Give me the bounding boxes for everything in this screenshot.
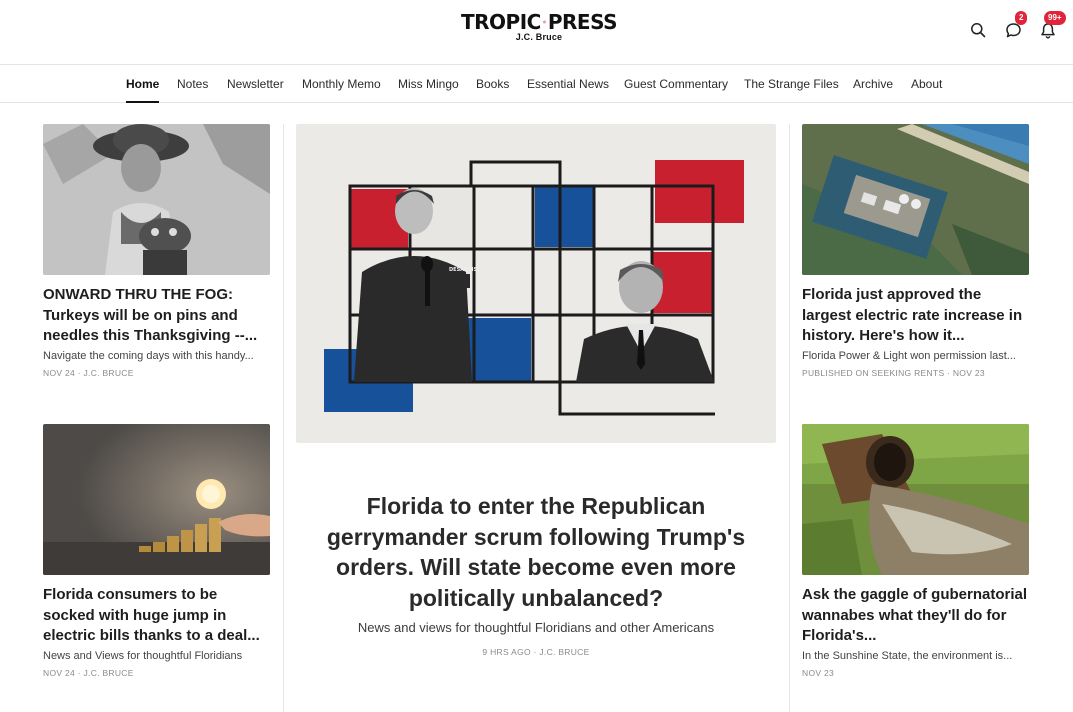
post-thumbnail[interactable] bbox=[802, 124, 1029, 275]
search-icon bbox=[971, 23, 986, 38]
nav-item-notes[interactable]: Notes bbox=[177, 65, 208, 103]
post-card[interactable]: Florida just approved the largest electr… bbox=[802, 124, 1029, 379]
post-meta: NOV 24 · J.C. BRUCE bbox=[43, 668, 134, 678]
nav-item-home[interactable]: Home bbox=[126, 65, 160, 103]
hurricane-logo-icon bbox=[543, 20, 546, 24]
site-header: TROPIC PRESS J.C. Bruce 2 99+ bbox=[0, 0, 1073, 65]
feature-image[interactable]: DESANTIS bbox=[296, 124, 776, 443]
nav-item-monthly-memo[interactable]: Monthly Memo bbox=[302, 65, 381, 103]
logo-word-right: PRESS bbox=[547, 10, 618, 34]
post-subtitle: News and Views for thoughtful Floridians bbox=[43, 650, 243, 662]
post-thumbnail[interactable] bbox=[802, 424, 1029, 575]
nav-item-about[interactable]: About bbox=[911, 65, 942, 103]
logo-word-left: TROPIC bbox=[461, 10, 541, 34]
nav-item-newsletter[interactable]: Newsletter bbox=[227, 65, 284, 103]
feature-meta: 9 HRS AGO · J.C. BRUCE bbox=[482, 647, 590, 657]
search-button[interactable] bbox=[967, 19, 989, 41]
post-thumbnail[interactable] bbox=[43, 424, 270, 575]
site-logo[interactable]: TROPIC PRESS J.C. Bruce bbox=[461, 10, 618, 47]
post-title[interactable]: Ask the gaggle of gubernatorial wannabes… bbox=[802, 585, 1029, 647]
post-meta: PUBLISHED ON SEEKING RENTS · NOV 23 bbox=[802, 368, 985, 378]
section-nav: Home Notes Newsletter Monthly Memo Miss … bbox=[0, 65, 1073, 103]
chat-button[interactable]: 2 bbox=[1002, 11, 1028, 41]
post-card[interactable]: Florida consumers to be socked with huge… bbox=[43, 424, 270, 679]
feature-subtitle: News and views for thoughtful Floridians… bbox=[357, 620, 715, 635]
nav-item-miss-mingo[interactable]: Miss Mingo bbox=[398, 65, 459, 103]
notifications-button[interactable]: 99+ bbox=[1037, 11, 1066, 41]
nav-item-archive[interactable]: Archive bbox=[853, 65, 893, 103]
post-title[interactable]: ONWARD THRU THE FOG: Turkeys will be on … bbox=[43, 285, 270, 347]
post-title[interactable]: Florida just approved the largest electr… bbox=[802, 285, 1029, 347]
post-subtitle: In the Sunshine State, the environment i… bbox=[802, 650, 1013, 662]
nav-item-books[interactable]: Books bbox=[476, 65, 509, 103]
nav-item-guest-commentary[interactable]: Guest Commentary bbox=[624, 65, 728, 103]
chat-badge: 2 bbox=[1015, 11, 1028, 25]
column-divider-left bbox=[283, 124, 284, 712]
post-subtitle: Florida Power & Light won permission las… bbox=[802, 350, 1016, 362]
feature-title[interactable]: Florida to enter the Republican gerryman… bbox=[316, 491, 756, 613]
column-divider-right bbox=[789, 124, 790, 712]
post-card[interactable]: ONWARD THRU THE FOG: Turkeys will be on … bbox=[43, 124, 270, 379]
post-meta: NOV 24 · J.C. BRUCE bbox=[43, 368, 134, 378]
nav-item-strange-files[interactable]: The Strange Files bbox=[744, 65, 839, 103]
nav-item-essential-news[interactable]: Essential News bbox=[527, 65, 609, 103]
notifications-badge: 99+ bbox=[1044, 11, 1066, 25]
post-subtitle: Navigate the coming days with this handy… bbox=[43, 350, 254, 362]
post-card[interactable]: Ask the gaggle of gubernatorial wannabes… bbox=[802, 424, 1029, 679]
post-meta: NOV 23 bbox=[802, 668, 835, 678]
jacket-logo-text: DESANTIS bbox=[449, 267, 477, 273]
post-title[interactable]: Florida consumers to be socked with huge… bbox=[43, 585, 270, 647]
post-thumbnail[interactable] bbox=[43, 124, 270, 275]
